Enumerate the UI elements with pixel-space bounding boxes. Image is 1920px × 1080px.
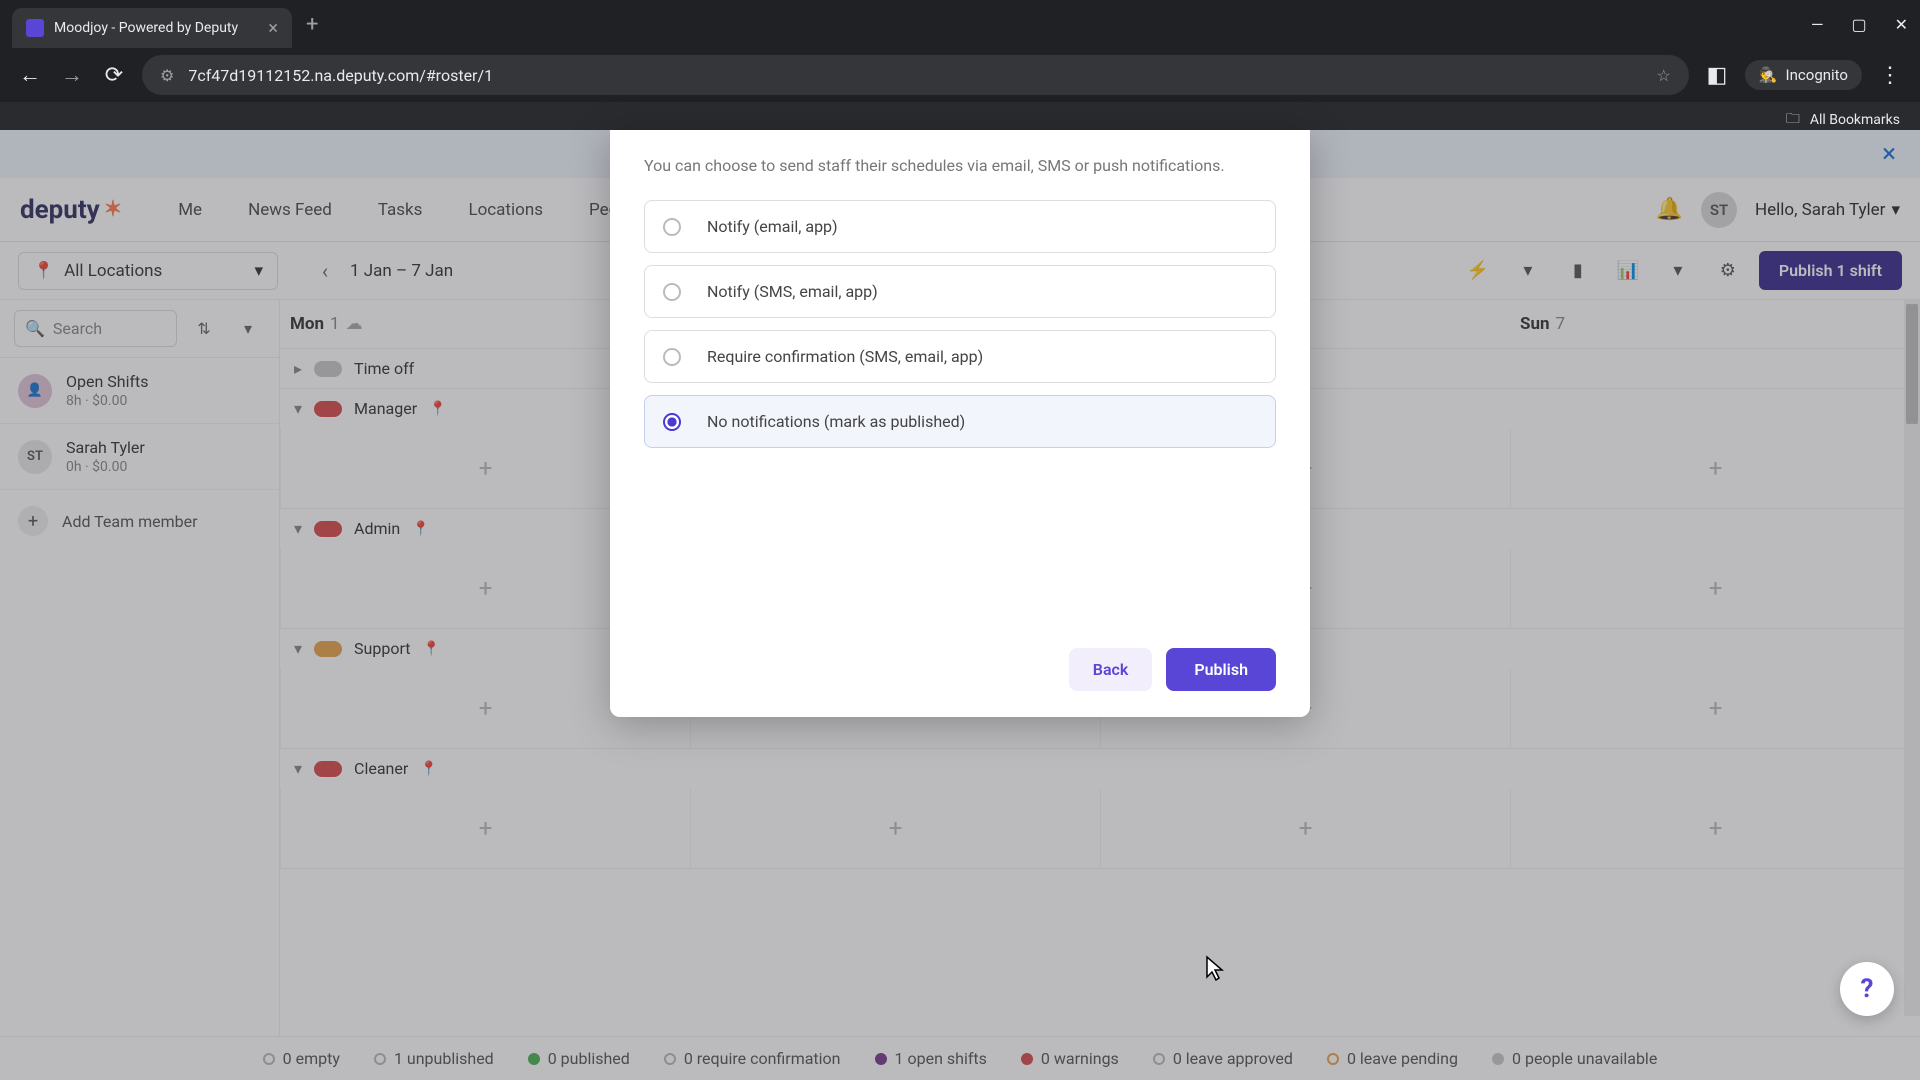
maximize-icon[interactable]: ▢ xyxy=(1851,15,1866,34)
radio-icon xyxy=(663,218,681,236)
incognito-icon: 🕵 xyxy=(1759,66,1778,84)
radio-icon xyxy=(663,283,681,301)
browser-chrome: Moodjoy - Powered by Deputy × + — ▢ ✕ ← … xyxy=(0,0,1920,130)
help-icon: ? xyxy=(1861,974,1874,1004)
notify-option-1[interactable]: Notify (SMS, email, app) xyxy=(644,265,1276,318)
back-icon[interactable]: ← xyxy=(16,61,44,89)
notify-staff-modal: You can choose to send staff their sched… xyxy=(610,130,1310,717)
incognito-label: Incognito xyxy=(1786,66,1848,84)
site-settings-icon[interactable]: ⚙ xyxy=(160,66,174,85)
reload-icon[interactable]: ⟳ xyxy=(100,61,128,89)
radio-icon xyxy=(663,413,681,431)
browser-tab[interactable]: Moodjoy - Powered by Deputy × xyxy=(12,8,292,48)
close-window-icon[interactable]: ✕ xyxy=(1895,15,1908,34)
option-label: Notify (email, app) xyxy=(707,217,838,236)
close-tab-icon[interactable]: × xyxy=(268,18,278,39)
side-panel-icon[interactable]: ◧ xyxy=(1703,61,1731,89)
tab-bar: Moodjoy - Powered by Deputy × + — ▢ ✕ xyxy=(0,0,1920,48)
notify-option-0[interactable]: Notify (email, app) xyxy=(644,200,1276,253)
option-label: No notifications (mark as published) xyxy=(707,412,965,431)
address-input[interactable]: ⚙ 7cf47d19112152.na.deputy.com/#roster/1… xyxy=(142,55,1689,95)
address-bar: ← → ⟳ ⚙ 7cf47d19112152.na.deputy.com/#ro… xyxy=(0,48,1920,102)
minimize-icon[interactable]: — xyxy=(1811,15,1824,34)
all-bookmarks-link[interactable]: All Bookmarks xyxy=(1810,112,1900,128)
notify-option-2[interactable]: Require confirmation (SMS, email, app) xyxy=(644,330,1276,383)
modal-description: You can choose to send staff their sched… xyxy=(644,154,1276,178)
new-tab-button[interactable]: + xyxy=(306,12,318,37)
folder-icon: 🗀 xyxy=(1786,108,1800,132)
url-text: 7cf47d19112152.na.deputy.com/#roster/1 xyxy=(188,66,1642,85)
option-label: Require confirmation (SMS, email, app) xyxy=(707,347,983,366)
window-controls: — ▢ ✕ xyxy=(1811,15,1908,34)
notify-option-3[interactable]: No notifications (mark as published) xyxy=(644,395,1276,448)
help-fab[interactable]: ? xyxy=(1840,962,1894,1016)
favicon-icon xyxy=(26,19,44,37)
back-button[interactable]: Back xyxy=(1069,648,1153,691)
radio-icon xyxy=(663,348,681,366)
incognito-badge[interactable]: 🕵 Incognito xyxy=(1745,60,1862,90)
bookmark-star-icon[interactable]: ☆ xyxy=(1657,66,1671,85)
app-frame: 8 days remaining of your Premium Plan tr… xyxy=(0,130,1920,1080)
forward-icon[interactable]: → xyxy=(58,61,86,89)
option-label: Notify (SMS, email, app) xyxy=(707,282,878,301)
publish-button[interactable]: Publish xyxy=(1166,648,1276,691)
menu-icon[interactable]: ⋮ xyxy=(1876,61,1904,89)
tab-title: Moodjoy - Powered by Deputy xyxy=(54,20,258,36)
